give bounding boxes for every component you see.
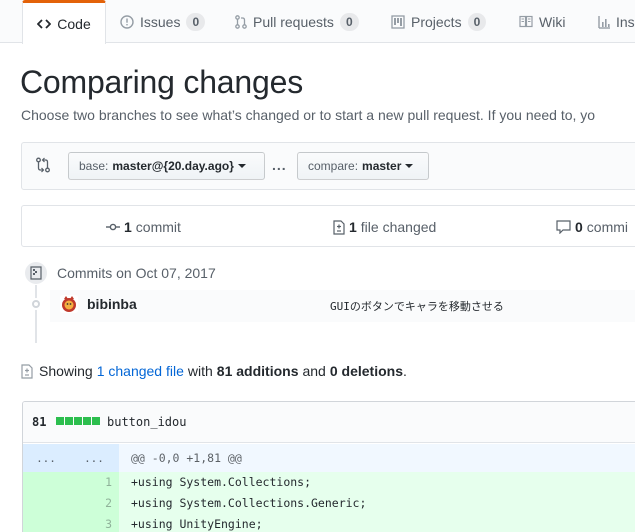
base-ref: master@{20.day.ago} <box>112 159 234 173</box>
commits-label: commit <box>135 219 181 235</box>
range-separator: ... <box>272 157 287 173</box>
page-subtitle: Choose two branches to see what’s change… <box>21 107 596 123</box>
file-header: 81 button_idou <box>23 402 635 443</box>
diffstat-block <box>83 417 91 425</box>
diffstat-blocks <box>56 417 100 425</box>
diff-summary-period: . <box>402 363 407 379</box>
diff-summary-with: with <box>187 363 213 379</box>
tab-pull-requests[interactable]: Pull requests 0 <box>235 0 359 43</box>
expand-old-gutter[interactable]: ... <box>23 444 69 472</box>
tab-issues[interactable]: Issues 0 <box>120 0 206 43</box>
commit-icon <box>106 222 120 232</box>
tab-insights-label: Ins <box>616 13 635 30</box>
line-code: +using System.Collections; <box>131 475 312 489</box>
commits-tab[interactable]: 1 commit <box>106 206 181 248</box>
diff-line: 2 +using System.Collections.Generic; <box>23 493 635 514</box>
compare-ref: master <box>362 159 402 173</box>
old-line-number[interactable] <box>23 493 69 514</box>
new-line-number[interactable]: 3 <box>69 514 119 532</box>
diff-line: 3 +using UnityEngine; <box>23 514 635 532</box>
timeline-line <box>35 285 37 343</box>
comments-tab[interactable]: 0 commi <box>556 206 628 248</box>
project-icon <box>391 14 405 29</box>
new-line-number[interactable]: 2 <box>69 493 119 514</box>
diff-summary-and: and <box>302 363 326 379</box>
code-icon <box>37 17 52 31</box>
chevron-down-icon <box>405 164 414 168</box>
additions-count: 81 additions <box>216 363 299 379</box>
file-diff-icon <box>333 219 345 235</box>
commit-author[interactable]: bibinba <box>87 296 137 312</box>
old-line-number[interactable] <box>23 472 69 493</box>
issues-counter: 0 <box>186 12 206 31</box>
tab-pull-requests-label: Pull requests <box>253 13 334 30</box>
files-changed-tab[interactable]: 1 file changed <box>333 206 436 248</box>
diffstat-block <box>92 417 100 425</box>
tab-projects-label: Projects <box>411 13 462 30</box>
book-icon <box>519 15 533 28</box>
chevron-down-icon <box>237 164 246 168</box>
changed-files-link[interactable]: 1 changed file <box>97 363 184 379</box>
commit-dot-icon <box>30 298 42 310</box>
tab-code[interactable]: Code <box>22 0 106 44</box>
tab-wiki[interactable]: Wiki <box>519 0 565 43</box>
tab-projects[interactable]: Projects 0 <box>391 0 487 43</box>
repo-nav: Code Issues 0 Pull requests 0 Projects 0… <box>0 0 635 44</box>
base-prefix: base: <box>79 159 109 173</box>
file-diff: 81 button_idou ... ... @@ -0,0 +1,81 @@ … <box>22 401 635 532</box>
commit-group-title: Commits on Oct 07, 2017 <box>57 265 216 281</box>
file-diff-icon <box>21 363 33 379</box>
swap-branches-icon[interactable] <box>36 157 50 176</box>
line-code: +using System.Collections.Generic; <box>131 496 367 510</box>
page-title: Comparing changes <box>20 64 303 100</box>
comments-count: 0 <box>575 219 583 235</box>
projects-counter: 0 <box>467 12 487 31</box>
expand-new-gutter[interactable]: ... <box>69 444 119 472</box>
diff-line: 1 +using System.Collections; <box>23 472 635 493</box>
diff-summary-showing: Showing <box>39 363 93 379</box>
diffstat-block <box>56 417 64 425</box>
pull-requests-counter: 0 <box>339 12 359 31</box>
base-branch-select[interactable]: base: master@{20.day.ago} <box>68 152 265 180</box>
range-editor: base: master@{20.day.ago} ... compare: m… <box>21 142 635 190</box>
commit-group-icon <box>25 262 47 284</box>
tab-code-label: Code <box>57 15 91 32</box>
tab-wiki-label: Wiki <box>539 13 566 30</box>
file-name[interactable]: button_idou <box>107 415 186 429</box>
graph-icon <box>598 15 610 29</box>
comment-icon <box>556 220 571 234</box>
numbers-summary: 1 commit 1 file changed 0 commi <box>21 205 635 247</box>
diff-summary: Showing 1 changed file with 81 additions… <box>21 363 407 379</box>
avatar[interactable] <box>60 295 78 313</box>
hunk-header-row: ... ... @@ -0,0 +1,81 @@ <box>23 444 635 472</box>
pull-request-icon <box>235 14 247 29</box>
line-code: +using UnityEngine; <box>131 517 263 531</box>
commit-message[interactable]: GUIのボタンでキャラを移動させる <box>330 298 504 314</box>
comments-label: commi <box>586 219 629 235</box>
new-line-number[interactable]: 1 <box>69 472 119 493</box>
files-count: 1 <box>349 219 357 235</box>
hunk-header: @@ -0,0 +1,81 @@ <box>131 451 242 465</box>
diffstat-block <box>74 417 82 425</box>
compare-prefix: compare: <box>308 159 359 173</box>
issue-icon <box>120 14 134 29</box>
diffstat-block <box>65 417 73 425</box>
compare-branch-select[interactable]: compare: master <box>297 152 429 180</box>
commits-count: 1 <box>124 219 132 235</box>
diffstat-count: 81 <box>32 415 47 429</box>
tab-issues-label: Issues <box>140 13 181 30</box>
old-line-number[interactable] <box>23 514 69 532</box>
tab-insights[interactable]: Ins <box>598 0 635 43</box>
files-label: file changed <box>360 219 437 235</box>
deletions-count: 0 deletions <box>329 363 403 379</box>
